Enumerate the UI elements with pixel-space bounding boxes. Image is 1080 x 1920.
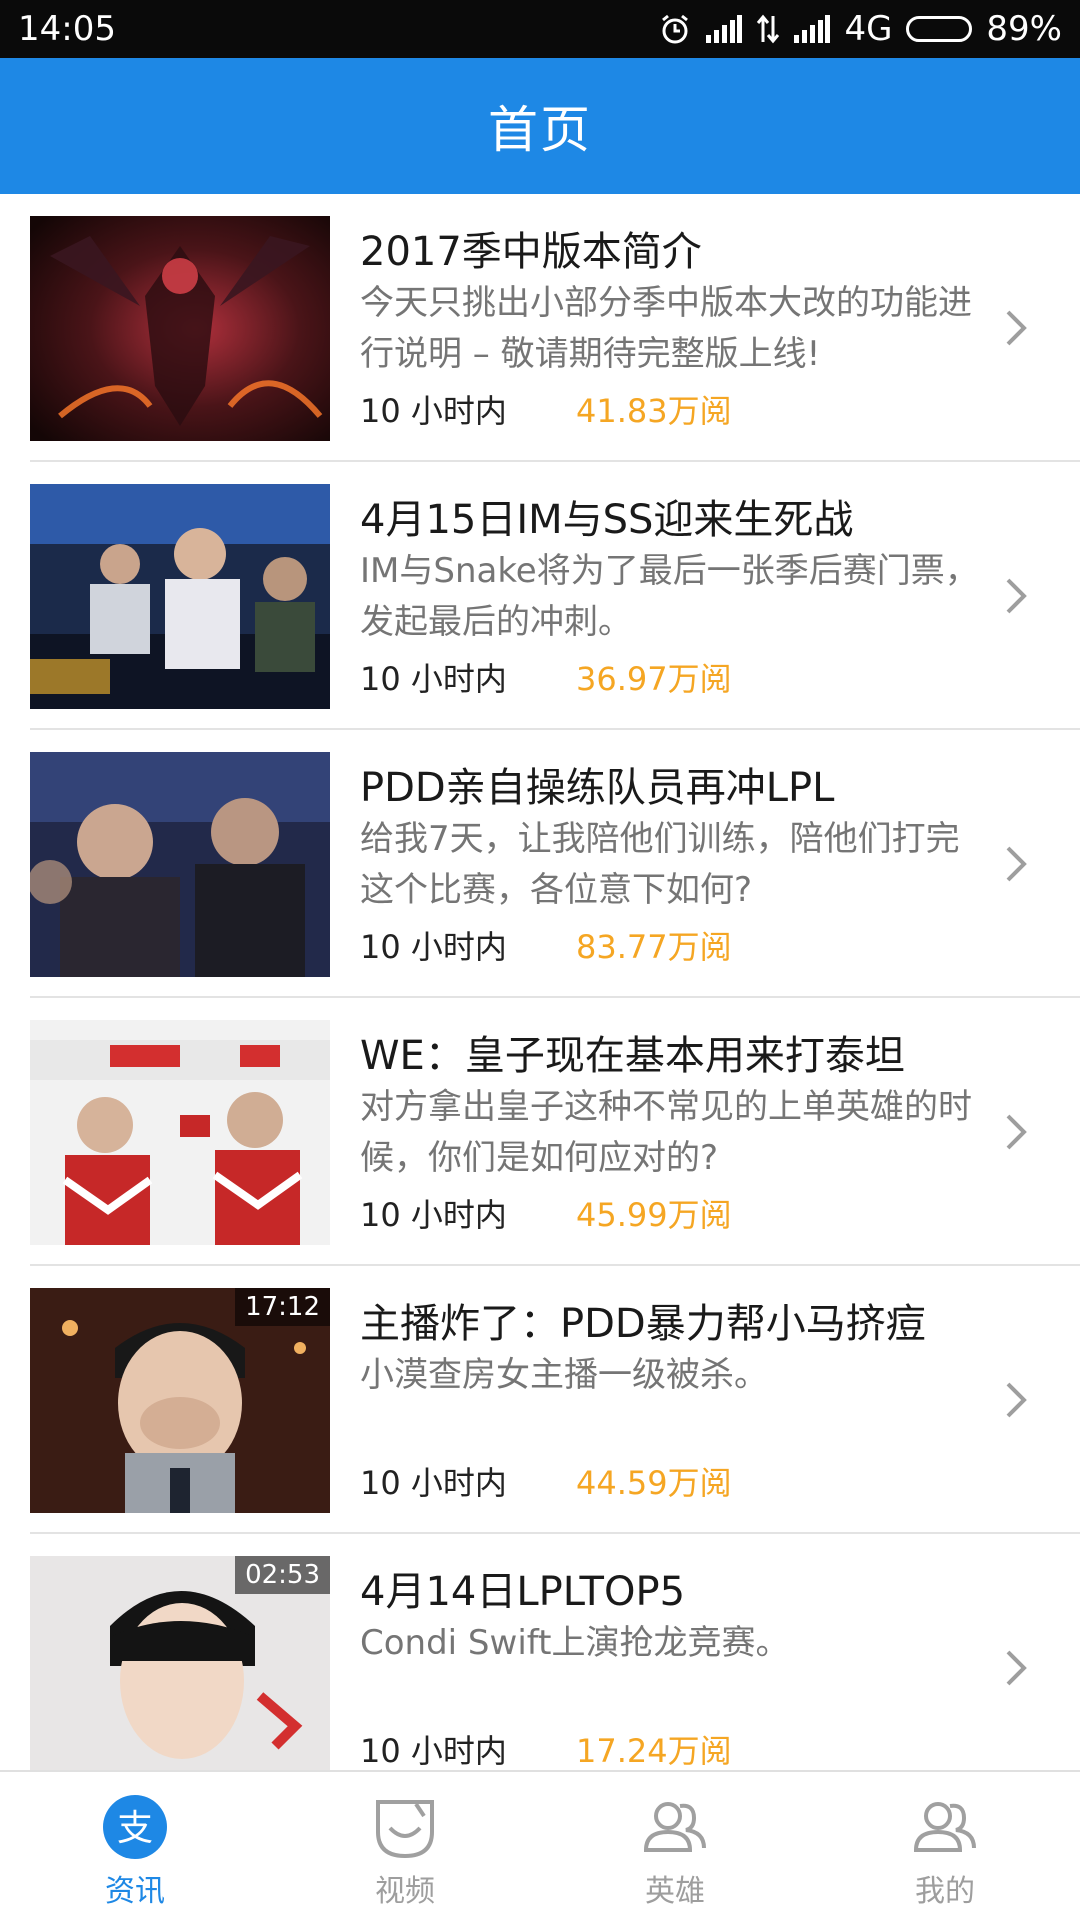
news-time: 10 小时内: [360, 1732, 507, 1770]
news-summary: 今天只挑出小部分季中版本大改的功能进行说明 – 敬请期待完整版上线!: [360, 283, 972, 374]
video-duration: 02:53: [235, 1556, 330, 1594]
phone-screen: 14:05 4G 89% 首页 2017季中版本简介 今天只挑出小部分季中版本大…: [0, 0, 1080, 1920]
news-icon-glyph: 支: [117, 1808, 153, 1849]
news-time: 10 小时内: [360, 928, 507, 966]
alarm-icon: [658, 12, 692, 46]
nav-tab-heroes[interactable]: 英雄: [540, 1772, 810, 1920]
news-item[interactable]: PDD亲自操练队员再冲LPL 给我7天，让我陪他们训练，陪他们打完这个比赛，各位…: [0, 730, 1080, 998]
news-title: PDD亲自操练队员再冲LPL: [360, 765, 835, 811]
page-title: 首页: [488, 101, 592, 159]
signal-icon: [706, 15, 743, 43]
chevron-right-icon: [1006, 578, 1027, 614]
news-item[interactable]: WE：皇子现在基本用来打泰坦 对方拿出皇子这种不常见的上单英雄的时候，你们是如何…: [0, 998, 1080, 1266]
nav-tab-profile[interactable]: 我的: [810, 1772, 1080, 1920]
news-title: 4月14日LPLTOP5: [360, 1569, 686, 1615]
battery-icon: [906, 16, 973, 42]
chevron-right-icon: [1006, 1650, 1027, 1686]
battery-percent: 89%: [986, 9, 1062, 49]
news-summary: Condi Swift上演抢龙竞赛。: [360, 1623, 790, 1663]
news-item[interactable]: 17:12 主播炸了：PDD暴力帮小马挤痘 小漠查房女主播一级被杀。 10 小时…: [0, 1266, 1080, 1534]
news-title: 主播炸了：PDD暴力帮小马挤痘: [360, 1301, 926, 1347]
nav-tab-video[interactable]: 视频: [270, 1772, 540, 1920]
nav-label: 英雄: [645, 1874, 705, 1909]
bottom-nav: 支 资讯 视频 英雄 我的: [0, 1770, 1080, 1920]
news-item[interactable]: 02:53 4月14日LPLTOP5 Condi Swift上演抢龙竞赛。 10…: [0, 1534, 1080, 1770]
news-title: 2017季中版本简介: [360, 229, 702, 275]
signal-icon: [794, 15, 831, 43]
news-views: 41.83万阅: [576, 392, 732, 430]
news-time: 10 小时内: [360, 660, 507, 698]
nav-label: 视频: [375, 1874, 435, 1909]
status-time: 14:05: [18, 9, 116, 49]
news-thumbnail: [30, 1020, 330, 1245]
nav-tab-news[interactable]: 支 资讯: [0, 1772, 270, 1920]
news-time: 10 小时内: [360, 392, 507, 430]
news-title: 4月15日IM与SS迎来生死战: [360, 497, 854, 543]
news-time: 10 小时内: [360, 1196, 507, 1234]
chevron-right-icon: [1006, 310, 1027, 346]
chevron-right-icon: [1006, 1114, 1027, 1150]
video-icon: [376, 1800, 434, 1859]
chevron-right-icon: [1006, 1382, 1027, 1418]
app-bar: 首页: [0, 58, 1080, 194]
news-summary: 小漠查房女主播一级被杀。: [360, 1355, 768, 1395]
news-item[interactable]: 2017季中版本简介 今天只挑出小部分季中版本大改的功能进行说明 – 敬请期待完…: [0, 194, 1080, 462]
news-item[interactable]: 4月15日IM与SS迎来生死战 IM与Snake将为了最后一张季后赛门票，发起最…: [0, 462, 1080, 730]
news-views: 44.59万阅: [576, 1464, 732, 1502]
news-thumbnail: [30, 216, 330, 441]
profile-icon: [913, 1802, 976, 1852]
news-time: 10 小时内: [360, 1464, 507, 1502]
heroes-icon: [643, 1802, 706, 1852]
news-views: 36.97万阅: [576, 660, 732, 698]
news-thumbnail: 02:53: [30, 1556, 330, 1770]
nav-label: 资讯: [105, 1874, 165, 1909]
network-type: 4G: [844, 9, 893, 49]
news-list[interactable]: 2017季中版本简介 今天只挑出小部分季中版本大改的功能进行说明 – 敬请期待完…: [0, 194, 1080, 1770]
status-bar: 14:05 4G 89%: [0, 0, 1080, 58]
news-icon: 支: [103, 1795, 167, 1859]
news-summary: 给我7天，让我陪他们训练，陪他们打完这个比赛，各位意下如何?: [360, 819, 960, 910]
nav-label: 我的: [915, 1874, 975, 1909]
news-summary: IM与Snake将为了最后一张季后赛门票，发起最后的冲刺。: [360, 551, 979, 642]
news-thumbnail: [30, 484, 330, 709]
news-views: 45.99万阅: [576, 1196, 732, 1234]
chevron-right-icon: [1006, 846, 1027, 882]
video-duration: 17:12: [235, 1288, 330, 1326]
news-thumbnail: [30, 752, 330, 977]
news-thumbnail: 17:12: [30, 1288, 330, 1513]
news-summary: 对方拿出皇子这种不常见的上单英雄的时候，你们是如何应对的?: [360, 1087, 972, 1178]
news-views: 17.24万阅: [576, 1732, 732, 1770]
news-title: WE：皇子现在基本用来打泰坦: [360, 1033, 905, 1079]
news-views: 83.77万阅: [576, 928, 732, 966]
data-transfer-icon: [756, 14, 780, 44]
